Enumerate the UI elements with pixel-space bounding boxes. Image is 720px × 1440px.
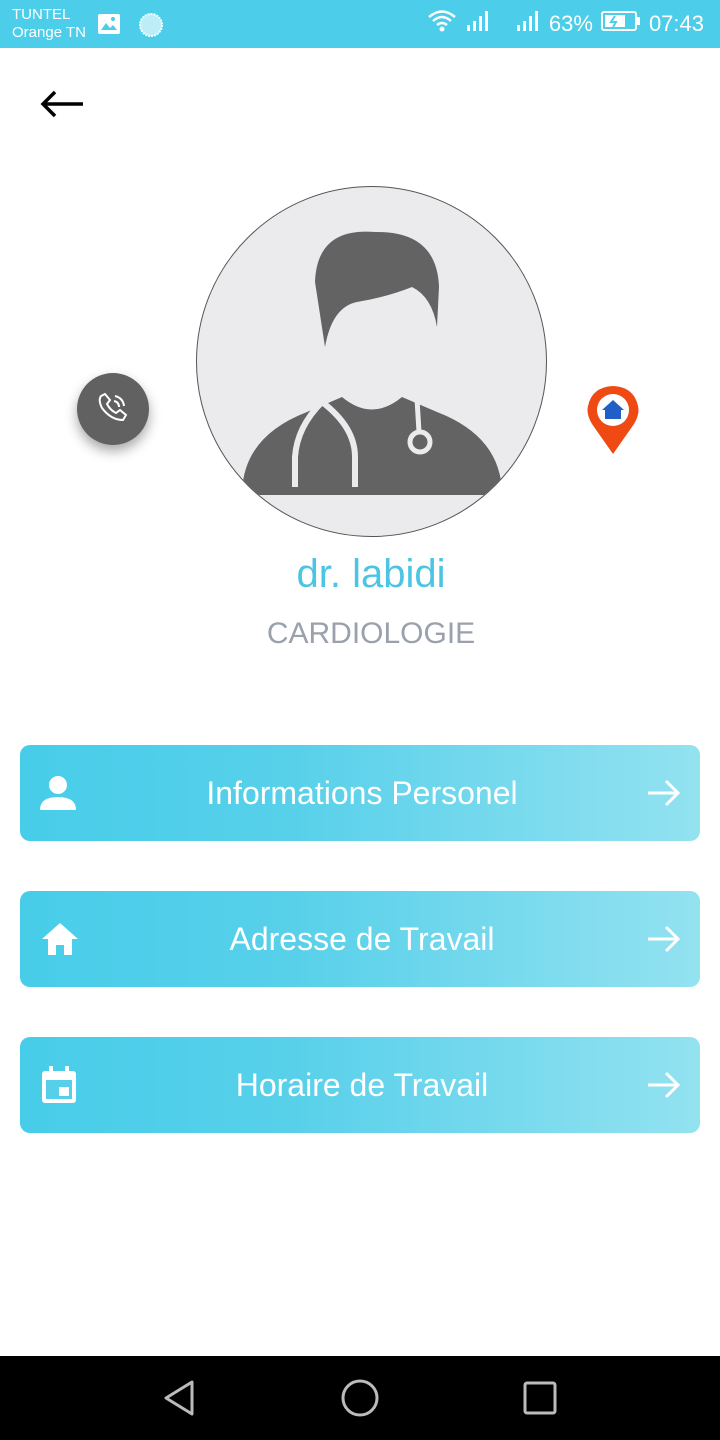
recents-square-icon[interactable] [518,1376,562,1420]
clock: 07:43 [648,11,704,36]
horaire-de-travail-button[interactable]: Horaire de Travail [20,1037,700,1133]
battery-percent: 63% [548,11,593,36]
battery-icon [600,10,641,38]
arrow-right-icon [646,1067,682,1103]
doctor-placeholder-icon [242,231,502,495]
back-button[interactable] [36,84,88,128]
status-right: 63% 07:43 [427,0,704,48]
home-map-pin-icon[interactable] [584,384,642,456]
wifi-icon [427,9,457,39]
back-triangle-icon[interactable] [158,1376,202,1420]
arrow-right-icon [646,921,682,957]
status-bar: TUNTEL Orange TN 63% 07:43 [0,0,720,48]
signal-icon [465,9,491,39]
navigation-bar [0,1356,720,1440]
informations-personel-button[interactable]: Informations Personel [20,745,700,841]
arrow-left-icon [39,89,85,124]
call-button[interactable] [77,373,149,445]
home-circle-icon[interactable] [338,1376,382,1420]
doctor-specialty: CARDIOLOGIE [266,617,476,650]
doctor-name: dr. labidi [296,552,446,596]
arrow-right-icon [646,775,682,811]
menu-item-label: Informations Personel [206,775,518,811]
carrier-name: TUNTEL Orange TN [12,6,86,42]
image-icon [97,12,121,41]
carrier-line-1: TUNTEL [12,6,71,23]
menu-item-label: Horaire de Travail [235,1067,489,1103]
phone-icon [96,390,130,429]
circle-icon [138,12,164,43]
menu-item-label: Adresse de Travail [229,921,495,957]
carrier-line-2: Orange TN [12,24,86,41]
adresse-de-travail-button[interactable]: Adresse de Travail [20,891,700,987]
signal-icon [515,9,541,39]
doctor-avatar [196,186,547,537]
